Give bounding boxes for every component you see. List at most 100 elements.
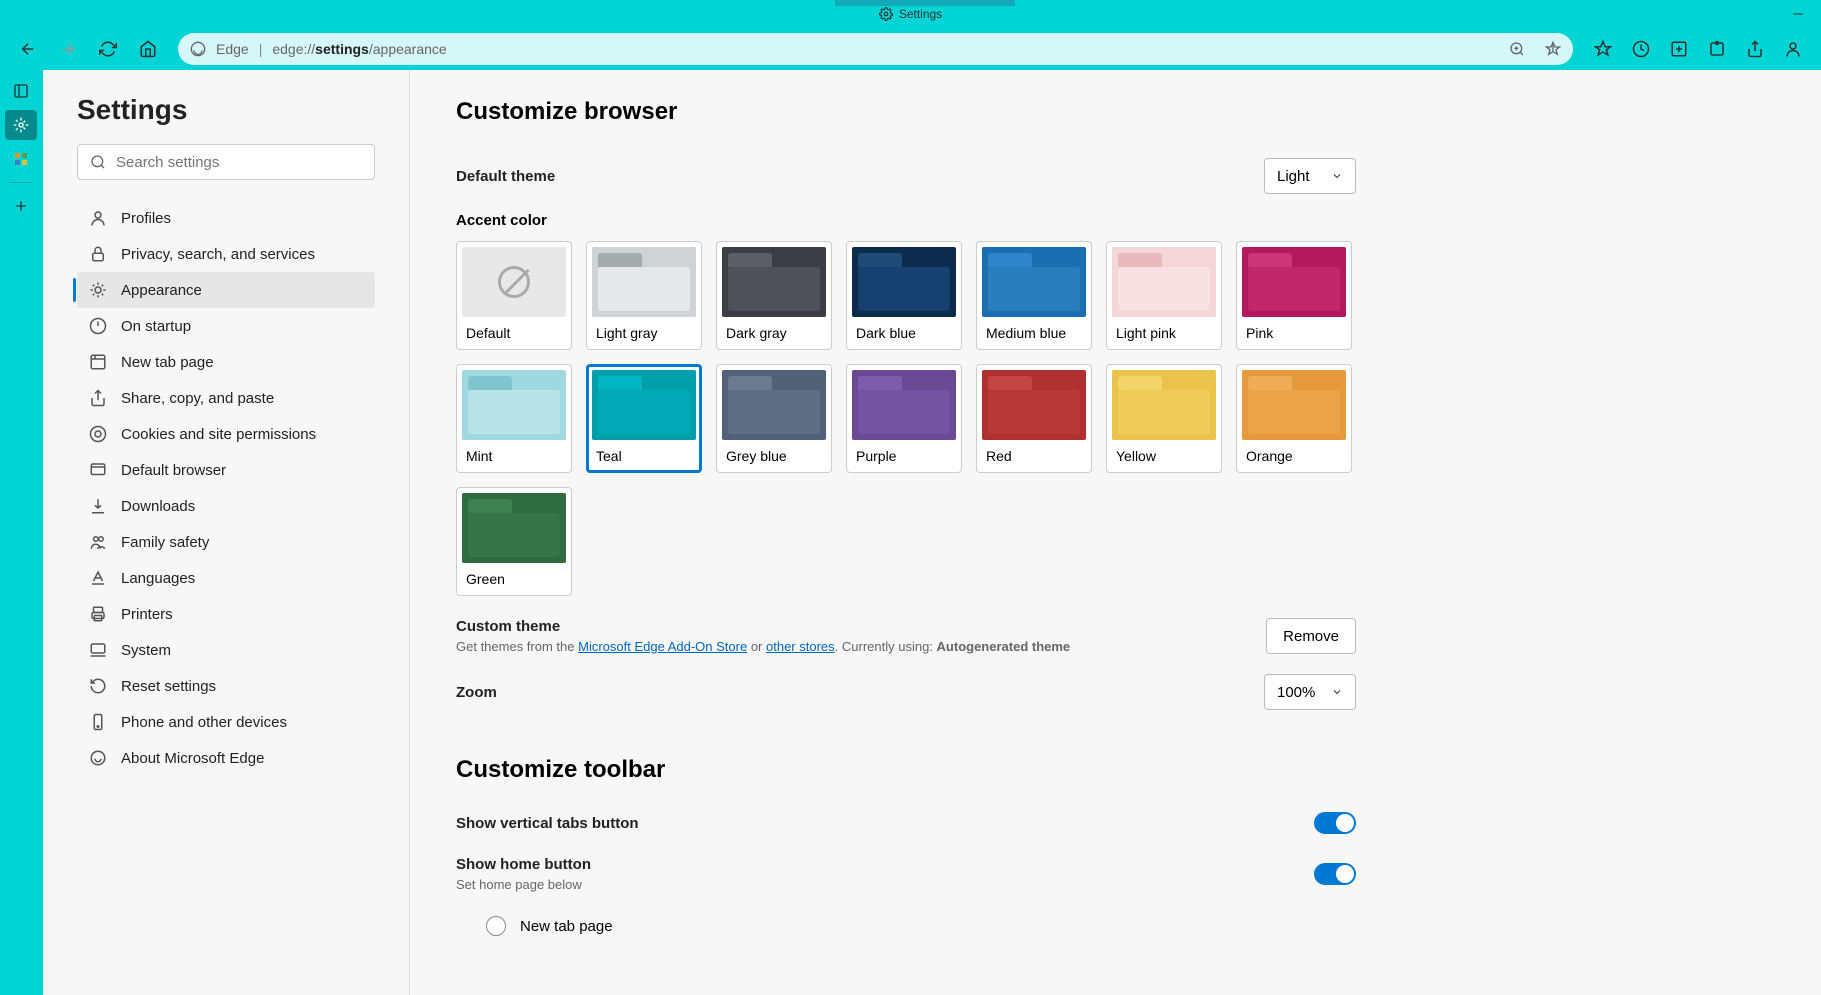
history-icon[interactable] [1623,33,1659,65]
accent-swatch-purple[interactable]: Purple [846,364,962,473]
swatch-name: Pink [1242,325,1346,341]
zoom-icon[interactable] [1509,41,1525,57]
extensions-icon[interactable] [1699,33,1735,65]
accent-swatch-red[interactable]: Red [976,364,1092,473]
swatch-name: Default [462,325,566,341]
sidebar-item-default-browser[interactable]: Default browser [77,452,375,488]
sidebar-item-about-microsoft-edge[interactable]: About Microsoft Edge [77,740,375,776]
accent-swatch-dark-gray[interactable]: Dark gray [716,241,832,350]
minimize-button[interactable] [1775,0,1821,28]
address-divider: | [259,41,263,57]
sidebar-item-reset-settings[interactable]: Reset settings [77,668,375,704]
accent-swatch-orange[interactable]: Orange [1236,364,1352,473]
nav-label: Printers [121,606,173,623]
accent-swatch-default[interactable]: Default [456,241,572,350]
swatch-name: Yellow [1112,448,1216,464]
accent-swatch-medium-blue[interactable]: Medium blue [976,241,1092,350]
sidebar-item-languages[interactable]: Languages [77,560,375,596]
search-input[interactable] [116,154,362,171]
sidebar-item-appearance[interactable]: Appearance [77,272,375,308]
url-display: edge://settings/appearance [272,41,446,57]
swatch-name: Grey blue [722,448,826,464]
profile-icon[interactable] [1775,33,1811,65]
remove-theme-button[interactable]: Remove [1266,618,1356,654]
window-tab[interactable]: Settings [879,7,942,21]
swatch-name: Purple [852,448,956,464]
nav-label: Reset settings [121,678,216,695]
nav-label: Downloads [121,498,195,515]
chevron-down-icon [1331,686,1343,698]
addon-store-link[interactable]: Microsoft Edge Add-On Store [578,639,747,654]
accent-swatch-green[interactable]: Green [456,487,572,596]
back-button[interactable] [10,33,46,65]
sidebar-item-share-copy-and-paste[interactable]: Share, copy, and paste [77,380,375,416]
accent-color-grid: Default Light gray Dark gray Dark blueMediu… [456,241,1356,596]
default-theme-dropdown[interactable]: Light [1264,158,1356,194]
home-button-sub: Set home page below [456,877,591,892]
default-theme-label: Default theme [456,168,555,185]
nav-label: Languages [121,570,195,587]
tabs-toggle-icon[interactable] [5,76,37,106]
sidebar-item-on-startup[interactable]: On startup [77,308,375,344]
swatch-preview [1242,370,1346,440]
accent-swatch-pink[interactable]: Pink [1236,241,1352,350]
read-aloud-icon[interactable] [1545,41,1561,57]
home-button[interactable] [130,33,166,65]
vertical-tabs-toggle[interactable] [1314,812,1356,834]
home-button-label: Show home button [456,856,591,873]
accent-swatch-mint[interactable]: Mint [456,364,572,473]
nav-icon [89,209,107,227]
swatch-name: Dark gray [722,325,826,341]
sidebar-item-new-tab-page[interactable]: New tab page [77,344,375,380]
refresh-button[interactable] [90,33,126,65]
vtab-add[interactable] [5,191,37,221]
vtab-settings[interactable] [5,110,37,140]
edge-icon [190,41,206,57]
vtab-other[interactable] [5,144,37,174]
favorites-icon[interactable] [1585,33,1621,65]
share-icon[interactable] [1737,33,1773,65]
default-theme-row: Default theme Light [456,158,1356,194]
accent-swatch-dark-blue[interactable]: Dark blue [846,241,962,350]
swatch-preview [592,247,696,317]
address-bar[interactable]: Edge | edge://settings/appearance [178,33,1573,65]
nav-icon [89,641,107,659]
nav-label: Default browser [121,462,226,479]
swatch-preview [1112,247,1216,317]
accent-swatch-teal[interactable]: Teal [586,364,702,473]
swatch-preview [722,247,826,317]
sidebar-item-phone-and-other-devices[interactable]: Phone and other devices [77,704,375,740]
zoom-row: Zoom 100% [456,674,1356,710]
zoom-dropdown[interactable]: 100% [1264,674,1356,710]
nav-label: About Microsoft Edge [121,750,264,767]
accent-swatch-yellow[interactable]: Yellow [1106,364,1222,473]
nav-icon [89,389,107,407]
forward-button[interactable] [50,33,86,65]
swatch-preview [1242,247,1346,317]
vertical-tabs-label: Show vertical tabs button [456,815,639,832]
vtab-divider [9,182,33,183]
collections-icon[interactable] [1661,33,1697,65]
home-radio-new-tab[interactable]: New tab page [456,912,1775,940]
nav-label: Share, copy, and paste [121,390,274,407]
home-button-toggle[interactable] [1314,863,1356,885]
sidebar-item-profiles[interactable]: Profiles [77,200,375,236]
custom-theme-row: Custom theme Get themes from the Microso… [456,618,1356,654]
sidebar-item-privacy-search-and-services[interactable]: Privacy, search, and services [77,236,375,272]
sidebar-item-system[interactable]: System [77,632,375,668]
other-stores-link[interactable]: other stores [766,639,835,654]
dropdown-value: 100% [1277,684,1315,701]
accent-swatch-grey-blue[interactable]: Grey blue [716,364,832,473]
swatch-name: Red [982,448,1086,464]
custom-theme-description: Get themes from the Microsoft Edge Add-O… [456,639,1070,654]
chevron-down-icon [1331,170,1343,182]
accent-swatch-light-pink[interactable]: Light pink [1106,241,1222,350]
accent-color-label: Accent color [456,212,1775,229]
search-settings[interactable] [77,144,375,180]
sidebar-item-printers[interactable]: Printers [77,596,375,632]
sidebar-item-downloads[interactable]: Downloads [77,488,375,524]
sidebar-item-family-safety[interactable]: Family safety [77,524,375,560]
accent-swatch-light-gray[interactable]: Light gray [586,241,702,350]
sidebar-item-cookies-and-site-permissions[interactable]: Cookies and site permissions [77,416,375,452]
swatch-preview [982,247,1086,317]
